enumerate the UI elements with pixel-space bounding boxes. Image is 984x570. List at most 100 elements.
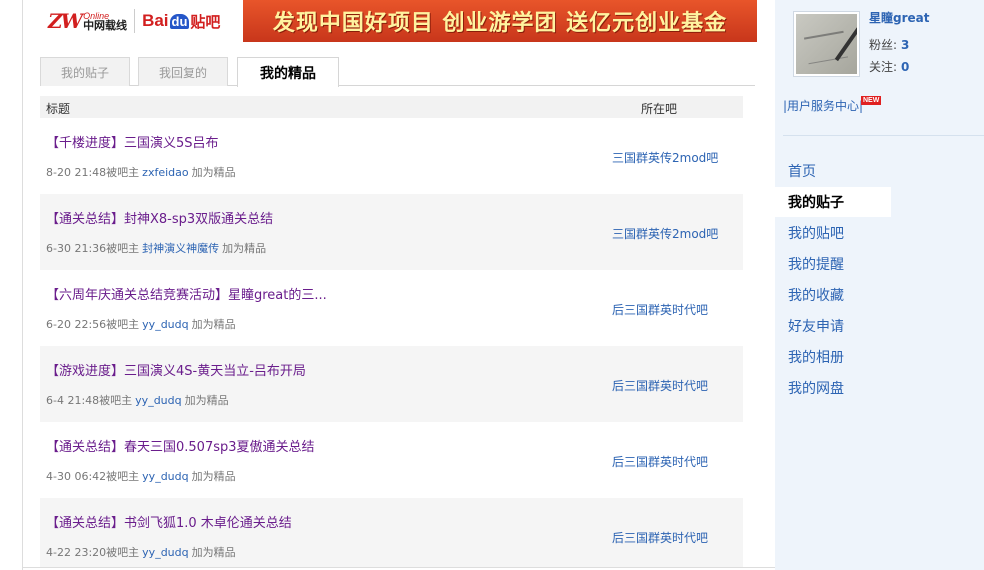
forum-link[interactable]: 后三国群英时代吧 <box>612 453 708 470</box>
banner-ad-image[interactable]: 发现中国好项目 创业游学团 送亿元创业基金 <box>243 0 757 42</box>
table-row: 【通关总结】封神X8-sp3双版通关总结 6-30 21:36被吧主 封神演义神魔… <box>40 194 743 270</box>
column-header-forum: 所在吧 <box>641 102 678 116</box>
left-border <box>22 0 23 570</box>
username-link[interactable]: 星瞳great <box>869 9 929 26</box>
baidu-logo-bai: Bai <box>142 11 169 30</box>
banner-ad-text: 发现中国好项目 创业游学团 送亿元创业基金 <box>272 11 728 36</box>
post-time: 4-22 23:20 <box>46 546 107 559</box>
post-meta: 6-30 21:36被吧主 封神演义神魔传 加为精品 <box>46 240 266 256</box>
sidebar-item-label: 我的收藏 <box>788 288 844 304</box>
post-by: 被吧主 <box>99 394 133 407</box>
post-meta: 4-30 06:42被吧主 yy_dudq 加为精品 <box>46 468 236 484</box>
sidebar-item-label: 好友申请 <box>788 319 844 335</box>
post-tabs: 我的贴子 我回复的 我的精品 <box>40 57 755 87</box>
user-sidebar: 星瞳great 粉丝: 3 关注: 0 |用户服务中心| NEW 首页 我的贴子 我… <box>775 0 984 570</box>
forum-link[interactable]: 三国群英传2mod吧 <box>612 225 718 242</box>
post-time: 8-20 21:48 <box>46 166 107 179</box>
post-title-link[interactable]: 【六周年庆通关总结竞赛活动】星瞳great的三... <box>46 284 327 303</box>
table-row: 【通关总结】书剑飞狐1.0 木卓伦通关总结 4-22 23:20被吧主 yy_du… <box>40 498 743 567</box>
avatar-image <box>796 14 857 74</box>
follow-label: 关注: <box>869 60 898 74</box>
moderator-link[interactable]: yy_dudq <box>142 470 188 483</box>
fans-label: 粉丝: <box>869 38 898 52</box>
follow-count[interactable]: 0 <box>901 60 909 74</box>
sidebar-item-label: 我的提醒 <box>788 257 844 273</box>
moderator-link[interactable]: yy_dudq <box>142 546 188 559</box>
ad-banner[interactable]: ZW Online 中网载线 Bai du 贴吧 发现中国好项目 创业游学团 送… <box>40 0 757 42</box>
post-by: 被吧主 <box>106 242 140 255</box>
post-action: 加为精品 <box>191 318 236 331</box>
sidebar-item-label: 首页 <box>788 164 816 180</box>
moderator-link[interactable]: yy_dudq <box>135 394 181 407</box>
post-time: 6-30 21:36 <box>46 242 107 255</box>
sidebar-item-my-forums[interactable]: 我的贴吧 <box>775 218 891 248</box>
forum-link[interactable]: 后三国群英时代吧 <box>612 377 708 394</box>
bottom-border <box>22 567 782 568</box>
baidu-logo-tieba: 贴吧 <box>190 13 221 31</box>
post-action: 加为精品 <box>191 166 236 179</box>
post-meta: 6-4 21:48被吧主 yy_dudq 加为精品 <box>46 392 229 408</box>
forum-link[interactable]: 三国群英传2mod吧 <box>612 149 718 166</box>
tab-label: 我的精品 <box>260 65 316 82</box>
post-time: 4-30 06:42 <box>46 470 107 483</box>
sidebar-item-netdisk[interactable]: 我的网盘 <box>775 373 891 403</box>
tab-label: 我回复的 <box>158 65 207 80</box>
table-row: 【通关总结】春天三国0.507sp3夏傲通关总结 4-30 06:42被吧主 yy… <box>40 422 743 498</box>
sidebar-item-label: 我的贴子 <box>788 195 844 211</box>
post-by: 被吧主 <box>106 166 140 179</box>
sidebar-item-favorites[interactable]: 我的收藏 <box>775 280 891 310</box>
fans-count[interactable]: 3 <box>901 38 909 52</box>
post-by: 被吧主 <box>106 318 140 331</box>
post-by: 被吧主 <box>106 470 140 483</box>
post-meta: 8-20 21:48被吧主 zxfeidao 加为精品 <box>46 164 236 180</box>
sidebar-item-label: 我的相册 <box>788 350 844 366</box>
fans-stat: 粉丝: 3 <box>869 36 909 53</box>
post-action: 加为精品 <box>184 394 229 407</box>
post-title-link[interactable]: 【通关总结】封神X8-sp3双版通关总结 <box>46 208 273 227</box>
moderator-link[interactable]: yy_dudq <box>142 318 188 331</box>
tab-my-replies[interactable]: 我回复的 <box>138 57 228 86</box>
zw-logo-mark: ZW <box>48 9 83 33</box>
baidu-paw-icon: du <box>169 13 190 29</box>
table-row: 【游戏进度】三国演义4S-黄天当立-吕布开局 6-4 21:48被吧主 yy_du… <box>40 346 743 422</box>
table-header: 标题 所在吧 <box>40 96 743 118</box>
sidebar-item-albums[interactable]: 我的相册 <box>775 342 891 372</box>
sidebar-item-reminders[interactable]: 我的提醒 <box>775 249 891 279</box>
table-row: 【六周年庆通关总结竞赛活动】星瞳great的三... 6-20 22:56被吧主… <box>40 270 743 346</box>
post-action: 加为精品 <box>191 470 236 483</box>
post-title-link[interactable]: 【通关总结】书剑飞狐1.0 木卓伦通关总结 <box>46 512 292 531</box>
sidebar-item-home[interactable]: 首页 <box>775 156 891 186</box>
logo-separator <box>134 9 136 33</box>
post-title-link[interactable]: 【千楼进度】三国演义5S吕布 <box>46 132 219 151</box>
table-row: 【千楼进度】三国演义5S吕布 8-20 21:48被吧主 zxfeidao 加为精品… <box>40 118 743 194</box>
moderator-link[interactable]: 封神演义神魔传 <box>142 242 219 255</box>
post-meta: 6-20 22:56被吧主 yy_dudq 加为精品 <box>46 316 236 332</box>
sidebar-item-my-posts[interactable]: 我的贴子 <box>775 187 891 217</box>
column-header-title: 标题 <box>46 102 71 116</box>
post-meta: 4-22 23:20被吧主 yy_dudq 加为精品 <box>46 544 236 560</box>
forum-link[interactable]: 后三国群英时代吧 <box>612 529 708 546</box>
sidebar-item-friend-requests[interactable]: 好友申请 <box>775 311 891 341</box>
post-title-link[interactable]: 【游戏进度】三国演义4S-黄天当立-吕布开局 <box>46 360 306 379</box>
post-title-link[interactable]: 【通关总结】春天三国0.507sp3夏傲通关总结 <box>46 436 315 455</box>
zw-logo-name: 中网载线 <box>83 19 128 32</box>
avatar[interactable] <box>793 11 860 77</box>
follow-stat: 关注: 0 <box>869 58 909 75</box>
moderator-link[interactable]: zxfeidao <box>142 166 188 179</box>
sidebar-item-label: 我的贴吧 <box>788 226 844 242</box>
post-time: 6-4 21:48 <box>46 394 100 407</box>
post-action: 加为精品 <box>191 546 236 559</box>
zw-online-logo: ZW Online 中网载线 <box>48 9 127 33</box>
post-action: 加为精品 <box>222 242 267 255</box>
forum-link[interactable]: 后三国群英时代吧 <box>612 301 708 318</box>
sidebar-item-label: 我的网盘 <box>788 381 844 397</box>
banner-logos: ZW Online 中网载线 Bai du 贴吧 <box>40 0 243 42</box>
tab-my-posts[interactable]: 我的贴子 <box>40 57 130 86</box>
baidu-tieba-logo: Bai du 贴吧 <box>142 11 220 32</box>
tab-my-featured[interactable]: 我的精品 <box>237 57 339 87</box>
user-service-center-link[interactable]: |用户服务中心| <box>783 97 863 114</box>
tab-label: 我的贴子 <box>60 65 109 80</box>
new-badge: NEW <box>861 96 882 105</box>
sidebar-divider <box>783 135 984 136</box>
post-time: 6-20 22:56 <box>46 318 107 331</box>
